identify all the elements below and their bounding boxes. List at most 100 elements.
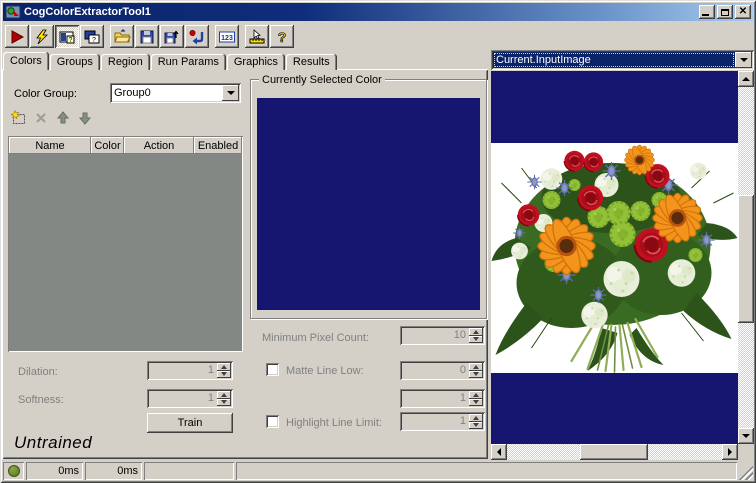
min-pixel-count-value: 10	[453, 329, 466, 341]
scroll-up-button[interactable]	[738, 71, 754, 87]
spin-up-button[interactable]	[217, 363, 231, 371]
highlight-line-limit-spinner[interactable]: 1	[400, 412, 485, 431]
delete-color-button[interactable]	[31, 109, 51, 127]
color-group-combo[interactable]: Group0	[110, 83, 241, 103]
float-window-button[interactable]: ?	[80, 25, 104, 48]
show-electrodes-button[interactable]: ?	[55, 25, 79, 48]
status-extra-panel	[236, 462, 737, 480]
arrow-up-icon	[56, 111, 70, 124]
svg-text:?: ?	[69, 37, 73, 44]
color-group-label: Color Group:	[14, 88, 77, 100]
move-up-button[interactable]	[53, 109, 73, 127]
results-numeric-button[interactable]: 123	[215, 25, 239, 48]
maximize-icon	[721, 8, 729, 16]
tab-results[interactable]: Results	[285, 54, 337, 70]
tab-region[interactable]: Region	[100, 54, 150, 70]
open-button[interactable]	[110, 25, 134, 48]
train-button[interactable]: Train	[147, 413, 233, 433]
softness-label: Softness:	[18, 394, 64, 406]
spin-down-icon	[473, 337, 479, 342]
maximize-button[interactable]	[717, 5, 733, 19]
column-header-name[interactable]: Name	[9, 137, 91, 154]
spin-up-icon	[473, 415, 479, 420]
new-color-button[interactable]	[8, 109, 28, 127]
colors-table[interactable]: Name Color Action Enabled	[8, 136, 243, 352]
save-as-button[interactable]	[160, 25, 184, 48]
scroll-down-button[interactable]	[738, 428, 754, 444]
floppy-arrow-icon	[164, 30, 179, 43]
tab-run-params[interactable]: Run Params	[150, 54, 226, 70]
save-button[interactable]	[135, 25, 159, 48]
matte-line-high-spinner[interactable]: 1	[400, 389, 485, 408]
cursor-ruler-icon	[249, 28, 265, 43]
resize-grip[interactable]	[739, 462, 753, 480]
scroll-right-button[interactable]	[722, 444, 738, 460]
tab-colors[interactable]: Colors	[3, 52, 49, 70]
live-run-button[interactable]	[30, 25, 54, 48]
currently-selected-color-group: Currently Selected Color	[250, 74, 487, 319]
pointer-position-button[interactable]	[245, 25, 269, 48]
spin-down-icon	[473, 372, 479, 377]
column-header-color[interactable]: Color	[91, 137, 124, 154]
spin-up-button[interactable]	[469, 328, 483, 336]
reset-button[interactable]	[185, 25, 209, 48]
selected-color-swatch	[257, 98, 480, 310]
spin-up-button[interactable]	[469, 391, 483, 399]
spin-up-button[interactable]	[469, 363, 483, 371]
tab-strip: Colors Groups Region Run Params Graphics…	[3, 52, 338, 70]
help-button[interactable]: ?	[270, 25, 294, 48]
highlight-line-limit-checkbox[interactable]	[266, 415, 279, 428]
tool-time-panel: 0ms	[85, 462, 142, 480]
softness-spinner[interactable]: 1	[147, 389, 233, 408]
app-icon	[5, 5, 21, 19]
scroll-left-button[interactable]	[491, 444, 507, 460]
numeric-123-icon: 123	[219, 31, 235, 42]
column-header-enabled[interactable]: Enabled	[194, 137, 242, 154]
run-button[interactable]	[5, 25, 29, 48]
softness-value: 1	[207, 392, 214, 404]
group-label: Currently Selected Color	[259, 74, 385, 86]
spin-up-button[interactable]	[217, 391, 231, 399]
move-down-button[interactable]	[75, 109, 95, 127]
spin-down-button[interactable]	[469, 398, 483, 406]
horizontal-scrollbar[interactable]	[491, 444, 738, 460]
status-bar: 0ms 0ms	[3, 462, 753, 480]
spin-down-button[interactable]	[217, 370, 231, 378]
min-pixel-count-spinner[interactable]: 10	[400, 326, 485, 345]
column-header-action[interactable]: Action	[124, 137, 194, 154]
minimize-icon	[702, 14, 709, 16]
tab-graphics[interactable]: Graphics	[226, 54, 285, 70]
floating-window-icon: ?	[84, 30, 100, 44]
close-button[interactable]: ✕	[735, 5, 751, 19]
spin-down-button[interactable]	[469, 370, 483, 378]
matte-line-low-spinner[interactable]: 0	[400, 361, 485, 380]
highlight-line-limit-value: 1	[459, 415, 466, 427]
combo-dropdown-button[interactable]	[222, 85, 239, 101]
matte-line-low-checkbox[interactable]	[266, 363, 279, 376]
delete-x-icon	[36, 113, 46, 123]
chevron-down-icon	[739, 58, 748, 62]
dilation-spinner[interactable]: 1	[147, 361, 233, 380]
spin-down-button[interactable]	[217, 398, 231, 406]
main-toolbar: ? ? 123 ?	[3, 23, 753, 50]
run-time-value: 0ms	[58, 465, 79, 477]
spin-up-icon	[473, 392, 479, 397]
vertical-scroll-thumb[interactable]	[738, 195, 754, 323]
tab-groups[interactable]: Groups	[49, 54, 100, 70]
spin-down-button[interactable]	[469, 421, 483, 429]
window-title: CogColorExtractorTool1	[24, 6, 151, 18]
tool-window-icon: ?	[59, 31, 75, 44]
titlebar[interactable]: CogColorExtractorTool1 ✕	[3, 3, 753, 21]
image-canvas[interactable]	[491, 71, 738, 444]
scrollbar-corner	[738, 444, 754, 460]
status-ok-icon	[7, 465, 20, 477]
minimize-button[interactable]	[699, 5, 715, 19]
spin-down-icon	[473, 423, 479, 428]
spin-up-button[interactable]	[469, 414, 483, 422]
vertical-scrollbar[interactable]	[738, 71, 754, 444]
image-selector-combo[interactable]: Current.InputImage	[491, 50, 754, 70]
horizontal-scroll-thumb[interactable]	[580, 444, 648, 460]
combo-dropdown-button[interactable]	[735, 52, 752, 68]
spin-down-button[interactable]	[469, 335, 483, 343]
arrow-down-icon	[742, 434, 750, 438]
